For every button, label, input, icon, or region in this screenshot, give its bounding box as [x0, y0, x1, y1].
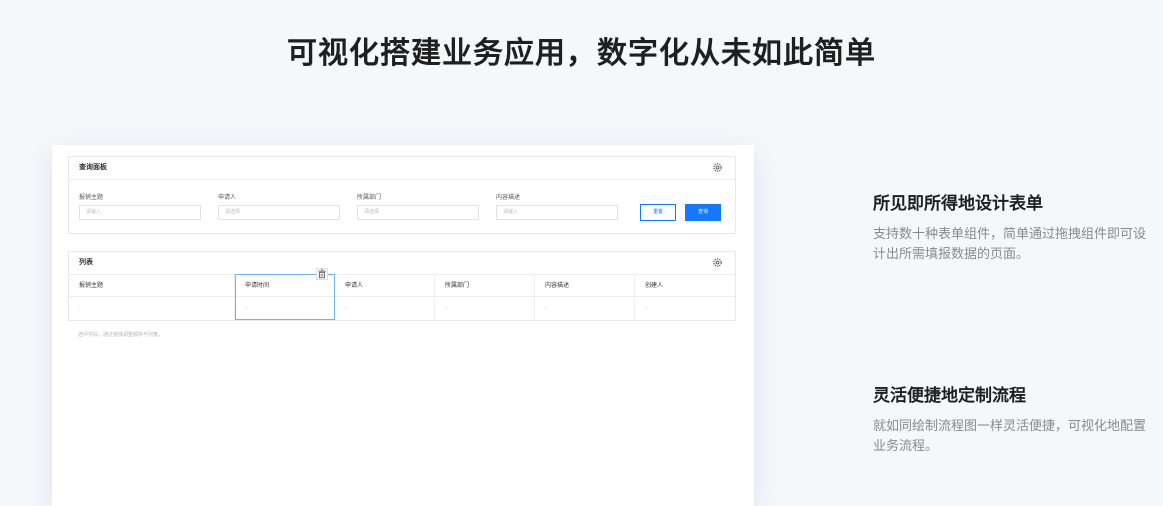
trash-icon	[318, 269, 326, 279]
feature-title: 灵活便捷地定制流程	[873, 386, 1026, 406]
feature-description: 支持数十种表单组件，简单通过拖拽组件即可设计出所需填报数据的页面。	[873, 227, 1147, 262]
field-label: 报销主题	[79, 194, 104, 201]
gear-icon[interactable]	[712, 162, 723, 173]
field-label: 内容描述	[496, 194, 521, 201]
column-header[interactable]: 内容描述	[535, 274, 634, 297]
page-title: 可视化搭建业务应用，数字化从未如此简单	[287, 36, 876, 71]
gear-icon[interactable]	[712, 257, 723, 268]
list-hint-text: 选中字段，通过拖拽调整顺序与列宽。	[78, 332, 164, 338]
table-column[interactable]: 内容描述 -	[535, 274, 635, 320]
table-column[interactable]: 创建人 -	[635, 274, 735, 320]
reset-button[interactable]: 重置	[640, 204, 676, 221]
table-cell: -	[445, 305, 448, 312]
feature-title: 所见即所得地设计表单	[873, 194, 1043, 214]
table-cell: -	[545, 305, 548, 312]
list-panel-header: 列表	[69, 252, 735, 275]
department-select[interactable]: 请选择	[357, 205, 479, 220]
column-header[interactable]: 创建人	[635, 274, 735, 297]
field-expense-subject: 报销主题 请输入	[79, 193, 201, 220]
description-input[interactable]: 请输入	[496, 205, 618, 220]
query-button[interactable]: 查询	[685, 204, 721, 221]
table-column[interactable]: 申请人 -	[335, 274, 435, 320]
table-column[interactable]: 报销主题 -	[69, 274, 235, 320]
field-label: 申请人	[218, 194, 237, 201]
table-column-selected[interactable]: 申请时间 -	[235, 268, 335, 320]
list-table: 报销主题 - 申请时间 - 申请人 - 所属部门 - 内容描述 - 创建人 -	[69, 268, 735, 320]
query-panel-title: 查询面板	[79, 163, 107, 171]
query-panel-header: 查询面板	[69, 157, 735, 180]
list-panel-title: 列表	[79, 258, 93, 266]
field-department: 所属部门 请选择	[357, 193, 479, 220]
column-header[interactable]: 申请人	[335, 274, 434, 297]
feature-description: 就如同绘制流程图一样灵活便捷，可视化地配置业务流程。	[873, 419, 1147, 454]
column-header[interactable]: 报销主题	[69, 274, 234, 297]
table-cell: -	[645, 305, 648, 312]
field-applicant: 申请人 请选择	[218, 193, 340, 220]
applicant-select[interactable]: 请选择	[218, 205, 340, 220]
feature-workflow: 灵活便捷地定制流程 就如同绘制流程图一样灵活便捷，可视化地配置业务流程。	[873, 385, 1148, 457]
list-panel: 列表 报销主题 - 申请时间 - 申请人 - 所属部门 - 内容描述 - 创建人…	[68, 251, 736, 321]
field-description: 内容描述 请输入	[496, 193, 618, 220]
query-panel: 查询面板 报销主题 请输入 申请人 请选择 所属部门 请选择 内容描述 请输入 …	[68, 156, 736, 234]
feature-form-designer: 所见即所得地设计表单 支持数十种表单组件，简单通过拖拽组件即可设计出所需填报数据…	[873, 193, 1148, 265]
delete-column-button[interactable]	[316, 268, 328, 280]
table-cell: -	[245, 305, 248, 312]
column-header[interactable]: 所属部门	[435, 274, 534, 297]
designer-preview: 查询面板 报销主题 请输入 申请人 请选择 所属部门 请选择 内容描述 请输入 …	[52, 145, 754, 506]
table-cell: -	[345, 305, 348, 312]
expense-subject-input[interactable]: 请输入	[79, 205, 201, 220]
field-label: 所属部门	[357, 194, 382, 201]
table-cell: -	[79, 305, 82, 312]
table-column[interactable]: 所属部门 -	[435, 274, 535, 320]
